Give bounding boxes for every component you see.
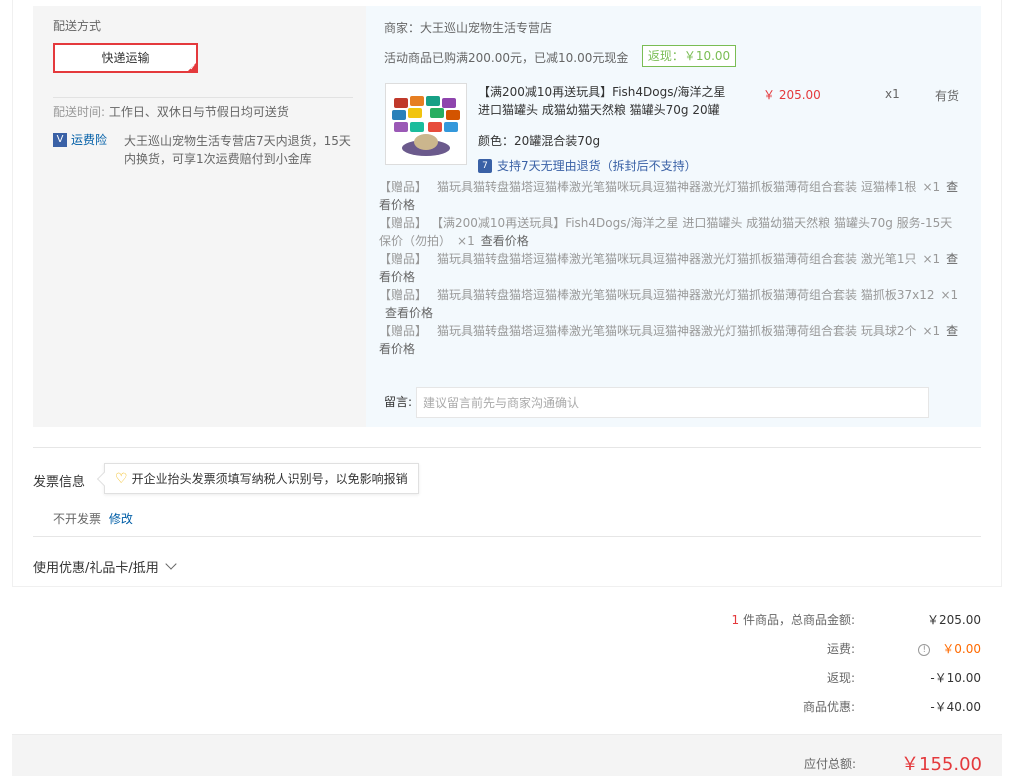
summary-goods-total: 1 件商品，总商品金额: ￥205.00 (581, 610, 981, 630)
product-name[interactable]: 【满200减10再送玩具】Fish4Dogs/海洋之星 进口猫罐头 成猫幼猫天然… (478, 83, 740, 119)
shipping-label: 运费: (826, 642, 855, 656)
shipping-insurance-label: 运费险 (71, 133, 108, 147)
stock-status: 有货 (935, 89, 960, 103)
gift-qty: ×1 (940, 288, 959, 302)
shipping-value-wrap: ! ￥0.00 (918, 639, 981, 659)
shield-icon: V (53, 132, 67, 147)
discount-label: 商品优惠: (802, 700, 855, 714)
shipping-insurance-text: 大王巡山宠物生活专营店7天内退货，15天内换货，可享1次运费赔付到小金库 (124, 134, 351, 166)
gift-qty: ×1 (457, 234, 475, 248)
return-policy-text: 支持7天无理由退货（拆封后不支持） (497, 159, 697, 173)
gift-tag: 【赠品】 (379, 288, 428, 302)
payable-value: ￥155.00 (901, 754, 982, 775)
seven-day-icon: 7 (478, 158, 492, 173)
info-icon[interactable]: ! (918, 643, 931, 656)
goods-total-value: ￥205.00 (927, 613, 981, 627)
gift-qty: ×1 (922, 252, 941, 266)
merchant-name: 商家：大王巡山宠物生活专营店 (384, 21, 553, 35)
gift-item: 【赠品】 猫玩具猫转盘猫塔逗猫棒激光笔猫咪玩具逗猫神器激光灯猫抓板猫薄荷组合套装 … (379, 178, 959, 214)
gift-tag: 【赠品】 (379, 324, 428, 338)
gift-tag: 【赠品】 (379, 180, 428, 194)
express-delivery-label: 快递运输 (101, 51, 150, 65)
promo-text: 活动商品已购满200.00元，已减10.00元现金 (384, 51, 629, 65)
section-divider (33, 447, 981, 448)
summary-rebate: 返现: -￥10.00 (581, 668, 981, 688)
view-price-link[interactable]: 查看价格 (385, 306, 433, 320)
product-thumbnail[interactable] (385, 83, 467, 165)
message-input[interactable] (416, 387, 929, 418)
coupon-label: 使用优惠/礼品卡/抵用 (33, 561, 159, 576)
gift-name: 猫玩具猫转盘猫塔逗猫棒激光笔猫咪玩具逗猫神器激光灯猫抓板猫薄荷组合套装 玩具球2… (437, 324, 917, 338)
gift-tag: 【赠品】 (379, 252, 428, 266)
gift-name: 猫玩具猫转盘猫塔逗猫棒激光笔猫咪玩具逗猫神器激光灯猫抓板猫薄荷组合套装 猫抓板3… (437, 288, 935, 302)
total-bar: 应付总额: ￥155.00 (12, 734, 1002, 776)
summary-discount: 商品优惠: -￥40.00 (581, 697, 981, 717)
item-count: 1 (731, 613, 740, 627)
delivery-divider (53, 97, 353, 98)
message-label: 留言: (384, 395, 413, 409)
gift-item: 【赠品】 猫玩具猫转盘猫塔逗猫棒激光笔猫咪玩具逗猫神器激光灯猫抓板猫薄荷组合套装 … (379, 250, 959, 286)
coupon-toggle[interactable]: 使用优惠/礼品卡/抵用 (33, 557, 177, 576)
gift-qty: ×1 (922, 324, 941, 338)
invoice-tip-text: 开企业抬头发票须填写纳税人识别号，以免影响报销 (131, 472, 408, 486)
gift-qty: ×1 (922, 180, 941, 194)
chevron-down-icon (165, 558, 177, 570)
shipping-value: ￥0.00 (942, 642, 981, 656)
product-price: ￥ 205.00 (763, 88, 821, 102)
delivery-time-label: 配送时间: (53, 105, 106, 119)
shipping-insurance-tag[interactable]: V 运费险 (53, 131, 107, 148)
gift-item: 【赠品】 【满200减10再送玩具】Fish4Dogs/海洋之星 进口猫罐头 成猫… (379, 214, 959, 250)
rebate-badge: 返现：￥10.00 (642, 45, 736, 67)
gift-item: 【赠品】 猫玩具猫转盘猫塔逗猫棒激光笔猫咪玩具逗猫神器激光灯猫抓板猫薄荷组合套装 … (379, 286, 959, 322)
check-icon: ✓ (189, 63, 196, 72)
gift-list: 【赠品】 猫玩具猫转盘猫塔逗猫棒激光笔猫咪玩具逗猫神器激光灯猫抓板猫薄荷组合套装 … (379, 178, 959, 358)
payable-label: 应付总额: (803, 757, 856, 771)
lightbulb-icon: ♡ (115, 470, 128, 487)
delivery-panel: 配送方式 快递运输 ✓ 配送时间: 工作日、双休日与节假日均可送货 V 运费险 … (33, 6, 366, 427)
invoice-title: 发票信息 (33, 475, 86, 490)
gift-name: 猫玩具猫转盘猫塔逗猫棒激光笔猫咪玩具逗猫神器激光灯猫抓板猫薄荷组合套装 逗猫棒1… (437, 180, 917, 194)
gift-tag: 【赠品】 (379, 216, 428, 230)
product-color: 颜色：20罐混合装70g (478, 134, 601, 148)
rebate-value: -￥10.00 (930, 671, 981, 685)
gift-item: 【赠品】 猫玩具猫转盘猫塔逗猫棒激光笔猫咪玩具逗猫神器激光灯猫抓板猫薄荷组合套装 … (379, 322, 959, 358)
gift-name: 猫玩具猫转盘猫塔逗猫棒激光笔猫咪玩具逗猫神器激光灯猫抓板猫薄荷组合套装 激光笔1… (437, 252, 917, 266)
return-policy: 7 支持7天无理由退货（拆封后不支持） (478, 157, 697, 174)
rebate-label: 返现: (826, 671, 855, 685)
item-count-label: 件商品，总商品金额: (742, 613, 855, 627)
delivery-time: 配送时间: 工作日、双休日与节假日均可送货 (53, 103, 289, 120)
invoice-status-text: 不开发票 (53, 512, 102, 526)
delivery-title: 配送方式 (53, 19, 102, 33)
goods-total-label: 1 件商品，总商品金额: (731, 610, 855, 630)
invoice-tip: ♡ 开企业抬头发票须填写纳税人识别号，以免影响报销 (96, 463, 419, 494)
product-image (392, 96, 460, 156)
discount-value: -￥40.00 (930, 700, 981, 714)
express-delivery-option[interactable]: 快递运输 ✓ (53, 43, 198, 73)
invoice-status: 不开发票 修改 (53, 510, 133, 527)
section-divider (33, 536, 981, 537)
view-price-link[interactable]: 查看价格 (481, 234, 529, 248)
product-quantity: x1 (885, 87, 900, 101)
shop-panel: 商家：大王巡山宠物生活专营店 活动商品已购满200.00元，已减10.00元现金… (366, 6, 981, 427)
summary-shipping: 运费: ! ￥0.00 (581, 639, 981, 659)
delivery-time-value: 工作日、双休日与节假日均可送货 (108, 105, 289, 119)
invoice-edit-link[interactable]: 修改 (109, 512, 133, 526)
